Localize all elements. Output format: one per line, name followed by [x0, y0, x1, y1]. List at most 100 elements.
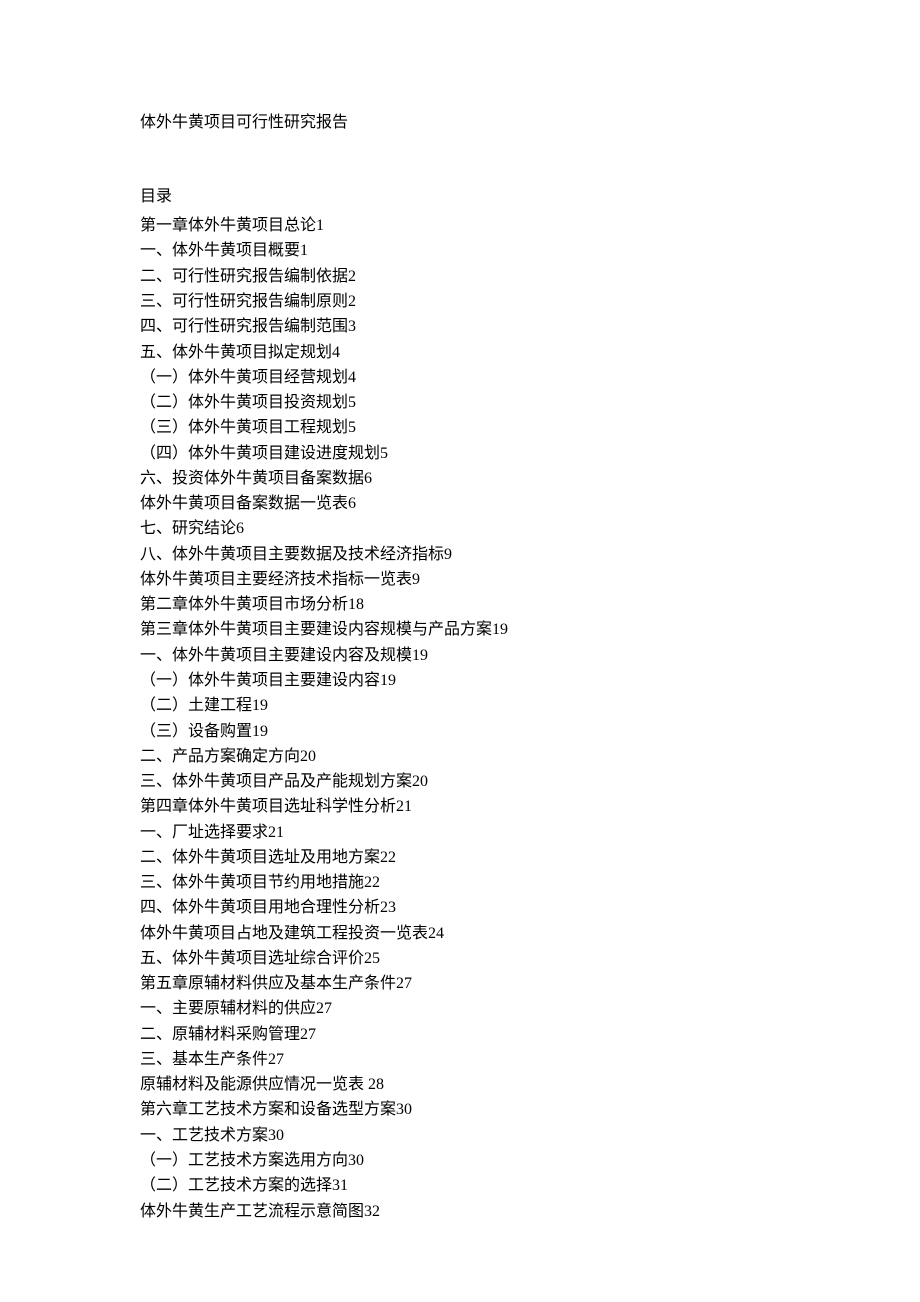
toc-entry-page: 6: [236, 520, 244, 537]
toc-entry-page: 9: [412, 571, 420, 588]
toc-entry: （三）体外牛黄项目工程规划5: [140, 415, 780, 440]
toc-entry-text: 一、工艺技术方案: [140, 1127, 268, 1144]
toc-entry: 四、体外牛黄项目用地合理性分析23: [140, 895, 780, 920]
toc-entry: 原辅材料及能源供应情况一览表 28: [140, 1072, 780, 1097]
toc-entry-page: 20: [412, 773, 428, 790]
toc-entry: 二、体外牛黄项目选址及用地方案22: [140, 845, 780, 870]
toc-entry-page: 2: [348, 293, 356, 310]
toc-entry-page: 27: [268, 1051, 284, 1068]
toc-entry: 第四章体外牛黄项目选址科学性分析21: [140, 794, 780, 819]
toc-entry-text: 四、可行性研究报告编制范围: [140, 318, 348, 335]
toc-entry: 第二章体外牛黄项目市场分析18: [140, 592, 780, 617]
toc-entry-page: 25: [364, 950, 380, 967]
toc-entry: 四、可行性研究报告编制范围3: [140, 314, 780, 339]
toc-entry-text: （二）工艺技术方案的选择: [140, 1177, 332, 1194]
toc-entry-page: 19: [412, 647, 428, 664]
toc-entry: 八、体外牛黄项目主要数据及技术经济指标9: [140, 542, 780, 567]
toc-entry: 二、可行性研究报告编制依据2: [140, 264, 780, 289]
toc-entry-text: （四）体外牛黄项目建设进度规划: [140, 445, 380, 462]
toc-entry-page: 31: [332, 1177, 348, 1194]
toc-entry: 六、投资体外牛黄项目备案数据6: [140, 466, 780, 491]
toc-entry-page: 22: [364, 874, 380, 891]
toc-entry-text: 三、体外牛黄项目节约用地措施: [140, 874, 364, 891]
toc-entry-page: 19: [252, 697, 268, 714]
toc-entry-page: 19: [380, 672, 396, 689]
toc-entry: 一、主要原辅材料的供应27: [140, 996, 780, 1021]
toc-entry-page: 21: [268, 824, 284, 841]
toc-entry-text: 五、体外牛黄项目选址综合评价: [140, 950, 364, 967]
toc-entry-text: 体外牛黄生产工艺流程示意简图: [140, 1203, 364, 1220]
toc-entry: （一）工艺技术方案选用方向30: [140, 1148, 780, 1173]
toc-entry: （二）土建工程19: [140, 693, 780, 718]
toc-entry-text: 一、体外牛黄项目概要: [140, 242, 300, 259]
toc-entry-text: 第一章体外牛黄项目总论: [140, 217, 316, 234]
toc-entry: （一）体外牛黄项目主要建设内容19: [140, 668, 780, 693]
toc-entry: 三、可行性研究报告编制原则2: [140, 289, 780, 314]
toc-entry-page: 27: [316, 1000, 332, 1017]
toc-entry-page: 30: [268, 1127, 284, 1144]
toc-entry: 体外牛黄生产工艺流程示意简图32: [140, 1199, 780, 1224]
toc-entry-text: （三）体外牛黄项目工程规划: [140, 419, 348, 436]
toc-entry-text: 体外牛黄项目备案数据一览表: [140, 495, 348, 512]
toc-entry: 二、产品方案确定方向20: [140, 744, 780, 769]
toc-entry-text: 四、体外牛黄项目用地合理性分析: [140, 899, 380, 916]
toc-entry-page: 1: [300, 242, 308, 259]
toc-entry-text: 第二章体外牛黄项目市场分析: [140, 596, 348, 613]
toc-entry-text: 七、研究结论: [140, 520, 236, 537]
toc-entry-page: 30: [396, 1101, 412, 1118]
toc-entry-text: （一）体外牛黄项目经营规划: [140, 369, 348, 386]
toc-entry-page: 28: [368, 1076, 384, 1093]
toc-entry-page: 4: [332, 344, 340, 361]
toc-entry: （二）工艺技术方案的选择31: [140, 1173, 780, 1198]
toc-entry: 三、基本生产条件27: [140, 1047, 780, 1072]
toc-entry-text: 体外牛黄项目占地及建筑工程投资一览表: [140, 925, 428, 942]
toc-list: 第一章体外牛黄项目总论1一、体外牛黄项目概要1二、可行性研究报告编制依据2三、可…: [140, 213, 780, 1224]
toc-entry-text: （二）体外牛黄项目投资规划: [140, 394, 348, 411]
toc-entry-page: 2: [348, 268, 356, 285]
toc-entry: 第五章原辅材料供应及基本生产条件27: [140, 971, 780, 996]
toc-entry-page: 1: [316, 217, 324, 234]
document-title: 体外牛黄项目可行性研究报告: [140, 110, 780, 136]
toc-entry: （四）体外牛黄项目建设进度规划5: [140, 441, 780, 466]
toc-entry-page: 6: [364, 470, 372, 487]
toc-entry-text: 一、厂址选择要求: [140, 824, 268, 841]
toc-entry-page: 22: [380, 849, 396, 866]
toc-entry-page: 9: [444, 546, 452, 563]
toc-entry-page: 19: [492, 621, 508, 638]
toc-entry-text: 三、可行性研究报告编制原则: [140, 293, 348, 310]
toc-entry-text: 第六章工艺技术方案和设备选型方案: [140, 1101, 396, 1118]
toc-entry-page: 32: [364, 1203, 380, 1220]
toc-entry-text: 八、体外牛黄项目主要数据及技术经济指标: [140, 546, 444, 563]
toc-entry-text: 二、原辅材料采购管理: [140, 1026, 300, 1043]
toc-entry-text: 六、投资体外牛黄项目备案数据: [140, 470, 364, 487]
toc-entry: 第三章体外牛黄项目主要建设内容规模与产品方案19: [140, 617, 780, 642]
toc-entry-text: （一）工艺技术方案选用方向: [140, 1152, 348, 1169]
toc-entry: 三、体外牛黄项目产品及产能规划方案20: [140, 769, 780, 794]
toc-entry-text: 一、体外牛黄项目主要建设内容及规模: [140, 647, 412, 664]
toc-entry: 二、原辅材料采购管理27: [140, 1022, 780, 1047]
toc-entry-text: 三、体外牛黄项目产品及产能规划方案: [140, 773, 412, 790]
document-page: 体外牛黄项目可行性研究报告 目录 第一章体外牛黄项目总论1一、体外牛黄项目概要1…: [0, 0, 920, 1284]
toc-entry: 第一章体外牛黄项目总论1: [140, 213, 780, 238]
toc-entry-page: 20: [300, 748, 316, 765]
toc-entry: 五、体外牛黄项目拟定规划4: [140, 340, 780, 365]
toc-entry-page: 18: [348, 596, 364, 613]
toc-entry-text: （一）体外牛黄项目主要建设内容: [140, 672, 380, 689]
toc-entry: 一、体外牛黄项目概要1: [140, 238, 780, 263]
toc-entry-text: 二、可行性研究报告编制依据: [140, 268, 348, 285]
toc-entry-text: 五、体外牛黄项目拟定规划: [140, 344, 332, 361]
toc-entry-page: 6: [348, 495, 356, 512]
toc-entry: 五、体外牛黄项目选址综合评价25: [140, 946, 780, 971]
toc-entry: （三）设备购置19: [140, 719, 780, 744]
toc-entry: 三、体外牛黄项目节约用地措施22: [140, 870, 780, 895]
toc-entry: 一、厂址选择要求21: [140, 820, 780, 845]
toc-entry-page: 19: [252, 723, 268, 740]
toc-entry-text: 一、主要原辅材料的供应: [140, 1000, 316, 1017]
toc-entry-text: 第三章体外牛黄项目主要建设内容规模与产品方案: [140, 621, 492, 638]
toc-entry-text: 三、基本生产条件: [140, 1051, 268, 1068]
toc-entry-page: 3: [348, 318, 356, 335]
toc-entry: 体外牛黄项目备案数据一览表6: [140, 491, 780, 516]
toc-entry-text: 体外牛黄项目主要经济技术指标一览表: [140, 571, 412, 588]
toc-entry: （二）体外牛黄项目投资规划5: [140, 390, 780, 415]
toc-entry: 体外牛黄项目主要经济技术指标一览表9: [140, 567, 780, 592]
